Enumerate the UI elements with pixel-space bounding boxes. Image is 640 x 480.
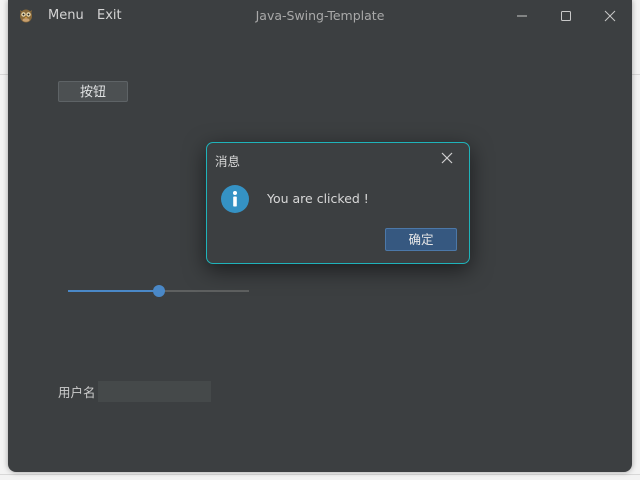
close-icon[interactable]	[598, 6, 622, 26]
message-dialog: 消息 You are clicked ! 确定	[206, 142, 470, 264]
username-label: 用户名	[58, 385, 96, 400]
window-title: Java-Swing-Template	[255, 8, 385, 23]
main-button[interactable]: 按钮	[58, 81, 128, 102]
ok-button[interactable]: 确定	[385, 228, 457, 251]
slider-thumb[interactable]	[152, 285, 165, 297]
dialog-message: You are clicked !	[267, 191, 369, 206]
minimize-icon[interactable]	[510, 6, 534, 26]
value-slider[interactable]	[68, 282, 249, 300]
desktop-line	[0, 474, 640, 475]
slider-fill	[68, 290, 159, 292]
title-bar[interactable]: Menu Exit Java-Swing-Template	[8, 0, 632, 32]
information-icon	[221, 185, 249, 213]
dialog-close-icon[interactable]	[437, 149, 457, 167]
maximize-icon[interactable]	[554, 6, 578, 26]
dialog-title: 消息	[215, 154, 241, 169]
username-input[interactable]	[98, 381, 211, 402]
